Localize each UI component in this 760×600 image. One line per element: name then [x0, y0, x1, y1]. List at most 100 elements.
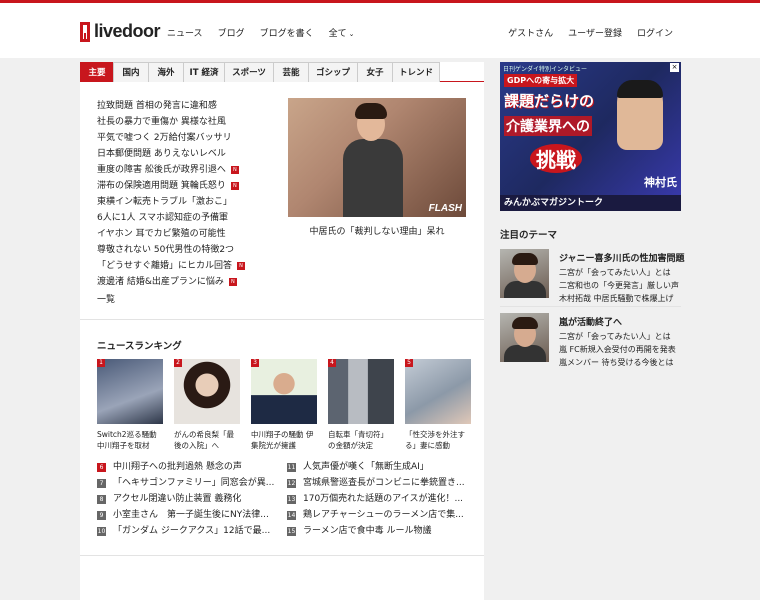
thumb-image: 1 [97, 359, 163, 424]
section-divider [80, 319, 484, 320]
list-item[interactable]: 滞布の保険適用問題 箕輪氏怒り N [97, 178, 272, 194]
feature-image[interactable]: FLASH [288, 98, 466, 217]
chevron-down-icon: ⌄ [348, 30, 355, 38]
list-item[interactable]: 10 「ガンダム ジークアクス」12話で最... [97, 523, 287, 539]
feature-image-watermark: FLASH [428, 203, 462, 214]
rank-number: 7 [97, 478, 106, 488]
ad-person-figure [617, 80, 663, 150]
list-item[interactable]: 6 中川翔子への批判過熱 懸念の声 [97, 459, 287, 475]
site-header: livedoor ニュース ブログ ブログを書く 全て ⌄ ゲストさん ユーザー登… [0, 3, 760, 58]
list-item[interactable]: 平気で嘘つく 2万給付案バッサリ [97, 130, 272, 146]
rank-number: 13 [287, 494, 296, 504]
tab-trend[interactable]: トレンド [392, 62, 440, 82]
tab-world[interactable]: 海外 [148, 62, 184, 82]
register-link[interactable]: ユーザー登録 [568, 26, 622, 39]
list-item[interactable]: 尊敬されない 50代男性の特徴2つ [97, 242, 272, 258]
advertisement-banner[interactable]: 日刊ゲンダイ特別インタビュー × GDPへの寄与拡大 課題だらけの 介護業界への… [500, 62, 681, 211]
themes-title: 注目のテーマ [500, 230, 558, 241]
new-badge-icon: N [230, 166, 239, 174]
list-item[interactable]: 嵐メンバー 待ち受ける今後とは [559, 356, 676, 369]
theme-links: 二宮が「会ってみたい人」とは 二宮和也の「今更発言」厳しい声 木村拓哉 中居氏騒… [559, 266, 679, 305]
feature-caption[interactable]: 中居氏の「裁判しない理由」呆れ [288, 224, 466, 237]
list-item[interactable]: 日本郵便問題 ありえないレベル [97, 146, 272, 162]
ranking-thumb[interactable]: 1 Switch2巡る騒動 中川翔子を取材 [97, 359, 163, 451]
rank-number: 6 [97, 462, 106, 472]
livedoor-logo[interactable]: livedoor [80, 21, 161, 42]
sidebar: 日刊ゲンダイ特別インタビュー × GDPへの寄与拡大 課題だらけの 介護業界への… [500, 62, 681, 211]
tab-sports[interactable]: スポーツ [224, 62, 274, 82]
list-item[interactable]: 7 「ヘキサゴンファミリー」同窓会が異... [97, 475, 287, 491]
ranking-thumb[interactable]: 2 がんの希良梨「最後の入院」へ [174, 359, 240, 451]
list-item[interactable]: 二宮和也の「今更発言」厳しい声 [559, 279, 679, 292]
list-item[interactable]: 木村拓哉 中居氏騒動で株爆上げ [559, 292, 679, 305]
theme-title[interactable]: 嵐が活動終了へ [559, 315, 622, 328]
ad-close-icon[interactable]: × [670, 63, 679, 72]
new-badge-icon: N [237, 262, 246, 270]
ranking-list-left: 6 中川翔子への批判過熱 懸念の声 7 「ヘキサゴンファミリー」同窓会が異... 8… [97, 459, 287, 539]
tab-domestic[interactable]: 国内 [113, 62, 149, 82]
logo-text: livedoor [94, 21, 161, 41]
sidebar-divider [500, 306, 681, 307]
thumb-caption: がんの希良梨「最後の入院」へ [174, 430, 234, 450]
rank-number: 12 [287, 478, 296, 488]
top-news-list: 拉致問題 首相の発言に違和感 社長の暴力で重傷か 異様な社風 平気で嘘つく 2万… [97, 98, 272, 308]
ad-bottom-text: みんかぶマガジントーク [500, 195, 681, 211]
section-divider [80, 555, 484, 556]
login-link[interactable]: ログイン [637, 26, 673, 39]
thumb-caption: 中川翔子の騒動 伊集院光が擁護 [251, 430, 314, 450]
ranking-title: ニュースランキング [97, 341, 182, 352]
nav-write-blog[interactable]: ブログを書く [260, 26, 314, 39]
tab-it-economy[interactable]: IT 経済 [183, 62, 225, 82]
tab-women[interactable]: 女子 [357, 62, 393, 82]
list-item[interactable]: 8 アクセル閉違い防止装置 義務化 [97, 491, 287, 507]
list-item[interactable]: 東横イン転売トラブル「激おこ」 [97, 194, 272, 210]
list-item[interactable]: 15 ラーメン店で食中毒 ルール物議 [287, 523, 477, 539]
thumb-image: 3 [251, 359, 317, 424]
list-item[interactable]: 11 人気声優が嘆く「無断生成AI」 [287, 459, 477, 475]
list-item[interactable]: 6人に1人 スマホ認知症の予備軍 [97, 210, 272, 226]
ranking-thumb[interactable]: 4 自転車「青切符」の金額が決定 [328, 359, 394, 451]
ranking-thumb[interactable]: 5 「性交渉を外注する」妻に感動 [405, 359, 471, 451]
ranking-thumb[interactable]: 3 中川翔子の騒動 伊集院光が擁護 [251, 359, 317, 451]
tab-main[interactable]: 主要 [80, 62, 114, 82]
category-tabs: 主要 国内 海外 IT 経済 スポーツ 芸能 ゴシップ 女子 トレンド [80, 62, 484, 82]
nav-blog[interactable]: ブログ [218, 26, 245, 39]
list-item[interactable]: 14 鶏レアチャーシューのラーメン店で集... [287, 507, 477, 523]
theme-image[interactable] [500, 249, 549, 298]
ad-person-name: 神村氏 [644, 176, 677, 189]
nav-all[interactable]: 全て ⌄ [329, 26, 355, 39]
thumb-image: 4 [328, 359, 394, 424]
list-item[interactable]: 12 宮城県警巡査長がコンビニに拳銃置き... [287, 475, 477, 491]
new-badge-icon: N [230, 182, 239, 190]
list-item[interactable]: 二宮が「会ってみたい人」とは [559, 330, 676, 343]
nav-all-label: 全て [328, 29, 347, 39]
theme-title[interactable]: ジャニー喜多川氏の性加害問題 [559, 251, 685, 264]
thumb-image: 5 [405, 359, 471, 424]
list-item[interactable]: 嵐 FC新規入会受付の再開を発表 [559, 343, 676, 356]
list-item[interactable]: 拉致問題 首相の発言に違和感 [97, 98, 272, 114]
list-item[interactable]: イヤホン 耳でカビ繁殖の可能性 [97, 226, 272, 242]
theme-image[interactable] [500, 313, 549, 362]
tab-gossip[interactable]: ゴシップ [308, 62, 358, 82]
top-news-more-link[interactable]: 一覧 [97, 292, 272, 308]
list-item[interactable]: 社長の暴力で重傷か 異様な社風 [97, 114, 272, 130]
ranking-list-right: 11 人気声優が嘆く「無断生成AI」 12 宮城県警巡査長がコンビニに拳銃置き...… [287, 459, 477, 539]
list-item[interactable]: 「どうせすぐ離婚」にヒカル回答 N [97, 258, 272, 274]
guest-link[interactable]: ゲストさん [508, 26, 553, 39]
ad-headline-3: 挑戦 [530, 144, 582, 173]
list-item[interactable]: 13 170万個売れた話題のアイスが進化！... [287, 491, 477, 507]
nav-news[interactable]: ニュース [167, 26, 203, 39]
list-item[interactable]: 渡邊渚 結婚&出産プランに悩み N [97, 274, 272, 290]
rank-number: 15 [287, 526, 296, 536]
rank-number: 4 [328, 359, 336, 367]
list-item[interactable]: 9 小室圭さん 第一子誕生後にNY法律... [97, 507, 287, 523]
ad-top-text: 日刊ゲンダイ特別インタビュー [503, 66, 588, 73]
theme-links: 二宮が「会ってみたい人」とは 嵐 FC新規入会受付の再開を発表 嵐メンバー 待ち… [559, 330, 676, 369]
tab-entertainment[interactable]: 芸能 [273, 62, 309, 82]
rank-number: 11 [287, 462, 296, 472]
feature-story[interactable]: FLASH 中居氏の「裁判しない理由」呆れ [288, 98, 466, 237]
list-item[interactable]: 重度の障害 舩後氏が政界引退へ N [97, 162, 272, 178]
list-item[interactable]: 二宮が「会ってみたい人」とは [559, 266, 679, 279]
rank-number: 9 [97, 510, 106, 520]
ad-headline-1: 課題だらけの [504, 92, 595, 110]
